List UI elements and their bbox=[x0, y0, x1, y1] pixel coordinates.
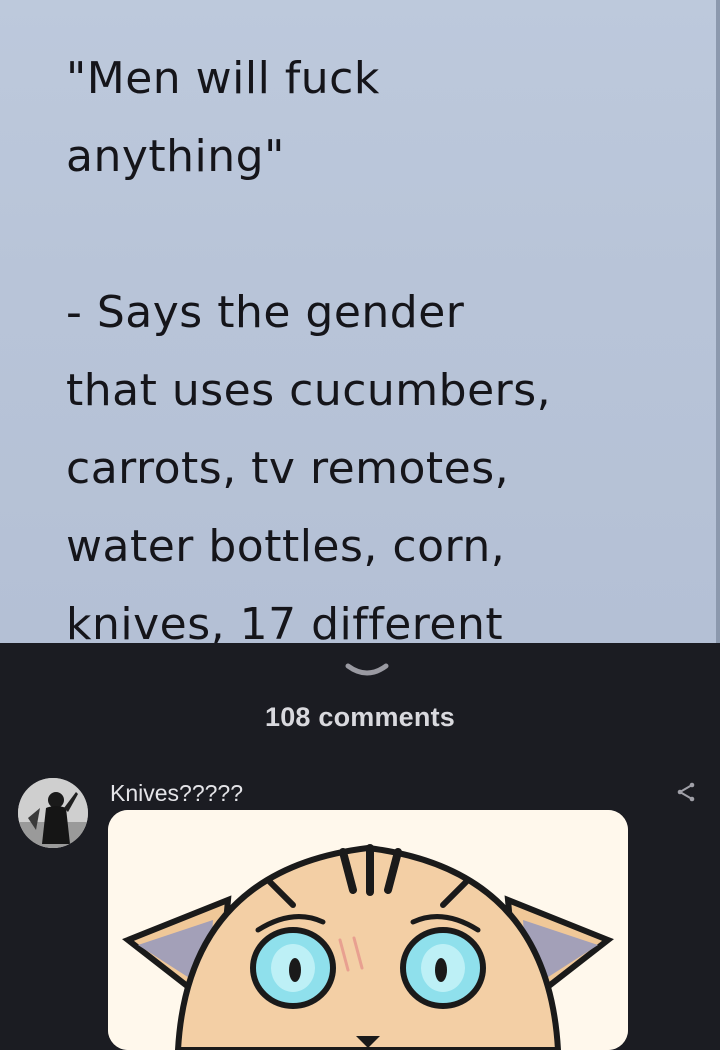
meme-line: knives, 17 different bbox=[66, 599, 504, 643]
comment-text: Knives????? bbox=[110, 780, 243, 806]
avatar[interactable] bbox=[18, 778, 88, 848]
meme-line: that uses cucumbers, bbox=[66, 365, 552, 416]
meme-edge bbox=[716, 0, 720, 643]
meme-image[interactable]: "Men will fuck anything" - Says the gend… bbox=[0, 0, 720, 643]
meme-gap bbox=[66, 196, 666, 274]
meme-line: - Says the gender bbox=[66, 287, 465, 338]
crying-cat-sticker[interactable] bbox=[108, 810, 628, 1050]
share-icon[interactable] bbox=[672, 778, 700, 806]
meme-line: "Men will fuck bbox=[66, 53, 380, 104]
comments-count[interactable]: 108 comments bbox=[0, 702, 720, 733]
meme-text: "Men will fuck anything" - Says the gend… bbox=[66, 40, 666, 643]
meme-line: anything" bbox=[66, 131, 285, 182]
meme-line: carrots, tv remotes, bbox=[66, 443, 510, 494]
chevron-down-icon[interactable] bbox=[344, 660, 390, 680]
meme-line: water bottles, corn, bbox=[66, 521, 506, 572]
